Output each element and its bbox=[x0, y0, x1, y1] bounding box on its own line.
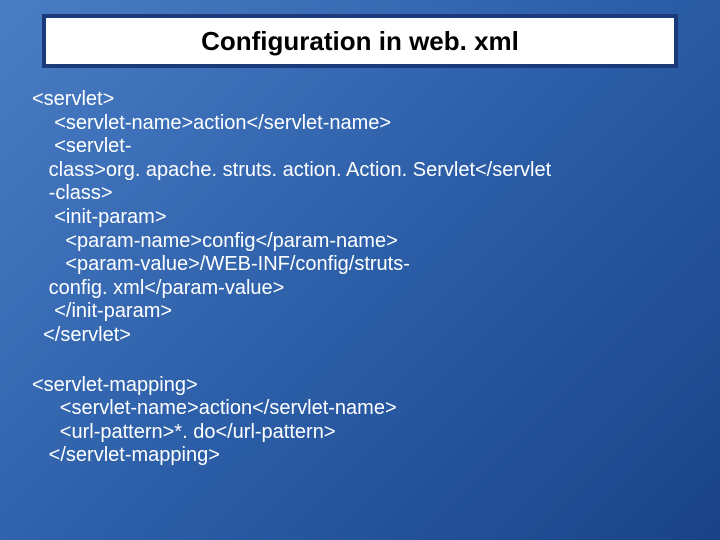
code-line: <servlet-name>action</servlet-name> bbox=[32, 112, 688, 136]
slide-content: <servlet> <servlet-name>action</servlet-… bbox=[32, 88, 688, 468]
code-line: -class> bbox=[32, 182, 688, 206]
code-line: <servlet> bbox=[32, 88, 688, 112]
code-line: </init-param> bbox=[32, 300, 688, 324]
code-line: <servlet- bbox=[32, 135, 688, 159]
code-line: <servlet-mapping> bbox=[32, 374, 688, 398]
code-line: <init-param> bbox=[32, 206, 688, 230]
code-line: <servlet-name>action</servlet-name> bbox=[32, 397, 688, 421]
title-box: Configuration in web. xml bbox=[42, 14, 678, 68]
code-block-1: <servlet> <servlet-name>action</servlet-… bbox=[32, 88, 688, 348]
code-line: config. xml</param-value> bbox=[32, 277, 688, 301]
code-block-2: <servlet-mapping> <servlet-name>action</… bbox=[32, 374, 688, 468]
code-line: <param-name>config</param-name> bbox=[32, 230, 688, 254]
code-line: class>org. apache. struts. action. Actio… bbox=[32, 159, 688, 183]
slide-title: Configuration in web. xml bbox=[201, 26, 519, 57]
code-line: <param-value>/WEB-INF/config/struts- bbox=[32, 253, 688, 277]
code-line: </servlet-mapping> bbox=[32, 444, 688, 468]
code-line: </servlet> bbox=[32, 324, 688, 348]
code-line: <url-pattern>*. do</url-pattern> bbox=[32, 421, 688, 445]
